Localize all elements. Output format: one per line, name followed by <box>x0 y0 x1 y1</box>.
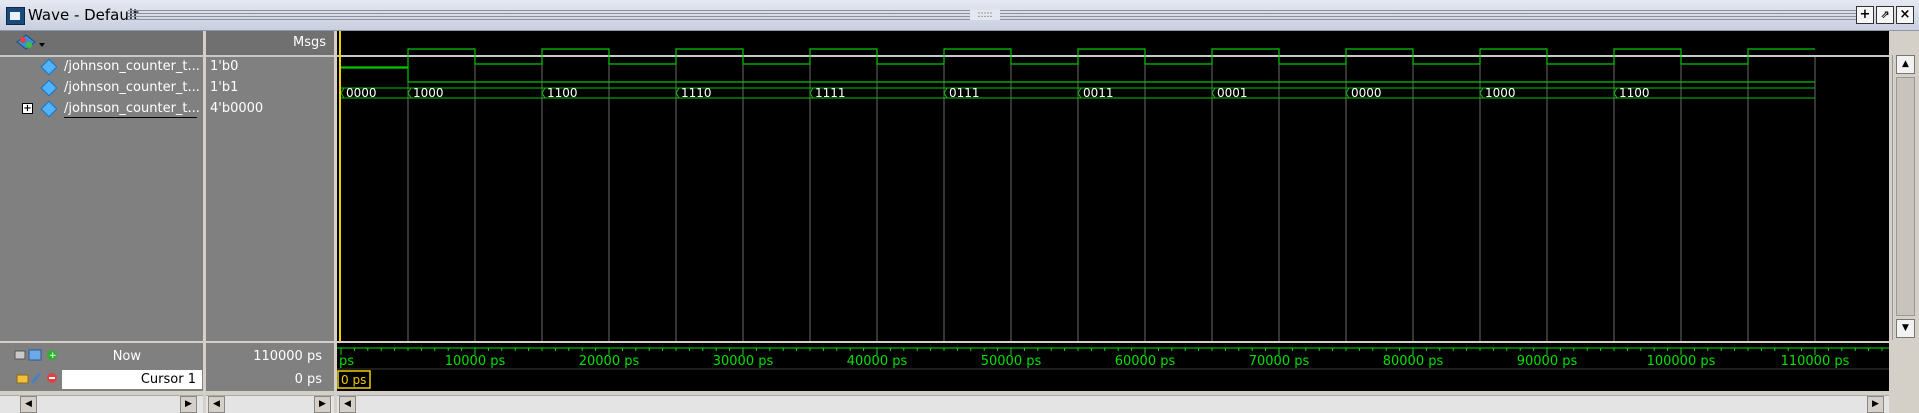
signal-name: /johnson_counter_t... <box>64 59 200 74</box>
scroll-left-button[interactable]: ◀ <box>339 396 356 413</box>
timeline-pane[interactable]: ps 10000 ps 20000 ps 30000 ps 40000 ps 50000 … <box>337 343 1889 391</box>
cursor-marker-label: 0 ps <box>341 373 366 387</box>
wave-tools-icon[interactable] <box>16 34 46 52</box>
now-value: 110000 ps <box>253 349 322 364</box>
now-tools-icon[interactable]: + <box>14 348 60 362</box>
close-button[interactable]: × <box>1896 6 1914 24</box>
scroll-left-button[interactable]: ◀ <box>20 396 37 413</box>
bus-value-label: 1000 <box>413 86 444 100</box>
expand-icon[interactable]: + <box>22 103 33 114</box>
wave-hscrollbar[interactable]: ◀ ▶ <box>337 395 1889 413</box>
names-hscrollbar[interactable]: ◀ ▶ <box>0 395 203 413</box>
axis-tick-label: 20000 ps <box>579 354 640 369</box>
signal-row[interactable]: + /johnson_counter_t... <box>0 99 203 119</box>
scroll-right-button[interactable]: ▶ <box>314 396 331 413</box>
grip-handle[interactable]: ::::: <box>970 10 1000 20</box>
axis-tick-label: ps <box>339 354 354 369</box>
scroll-right-button[interactable]: ▶ <box>1867 396 1884 413</box>
scroll-left-button[interactable]: ◀ <box>208 396 225 413</box>
signal-value: 4'b0000 <box>210 101 264 116</box>
bus-value-label: 1110 <box>681 86 712 100</box>
axis-tick-label: 40000 ps <box>847 354 908 369</box>
axis-tick-label: 30000 ps <box>713 354 774 369</box>
scroll-right-button[interactable]: ▶ <box>180 396 197 413</box>
time-axis[interactable]: ps 10000 ps 20000 ps 30000 ps 40000 ps 50000 … <box>337 343 1889 391</box>
vertical-scrollbar[interactable]: ▲ ▼ <box>1892 55 1917 340</box>
signal-row[interactable]: /johnson_counter_t... <box>0 57 203 77</box>
undock-button[interactable]: ⇗ <box>1876 6 1894 24</box>
selected-underline <box>64 117 197 118</box>
bus-value-label: 1100 <box>547 86 578 100</box>
status-values-pane: 110000 ps 0 ps <box>206 343 334 391</box>
signal-name: /johnson_counter_t... <box>64 101 200 116</box>
bus-value-label: 0001 <box>1217 86 1248 100</box>
values-header: Msgs <box>206 31 334 57</box>
bus-value-label: 0011 <box>1083 86 1114 100</box>
signal-values-pane: Msgs 1'b0 1'b1 4'b0000 <box>206 31 334 341</box>
bus-value-label: 0000 <box>346 86 377 100</box>
bus-value-label: 0000 <box>1351 86 1382 100</box>
signal-name: /johnson_counter_t... <box>64 80 200 95</box>
bus-value-label: 1100 <box>1619 86 1650 100</box>
signal-value: 1'b1 <box>210 80 239 95</box>
cursor-name-field[interactable]: Cursor 1 <box>62 370 202 389</box>
signal-row[interactable]: /johnson_counter_t... <box>0 78 203 98</box>
scroll-up-button[interactable]: ▲ <box>1896 55 1915 74</box>
axis-tick-label: 10000 ps <box>445 354 506 369</box>
waveform-canvas[interactable]: 0000 1000 1100 1110 1111 0111 0011 0001 0000 1000… <box>337 31 1889 341</box>
wire-signal-icon <box>40 79 58 97</box>
scroll-down-button[interactable]: ▼ <box>1896 319 1915 338</box>
now-label: Now <box>112 349 141 364</box>
bus-transition <box>340 87 345 99</box>
bus-signal-icon <box>40 100 58 118</box>
bus-value-label: 0111 <box>949 86 980 100</box>
axis-tick-label: 70000 ps <box>1249 354 1310 369</box>
wire-signal-icon <box>40 58 58 76</box>
scroll-thumb[interactable] <box>1896 77 1915 316</box>
add-pane-button[interactable]: + <box>1856 6 1874 24</box>
signal-names-pane: /johnson_counter_t... /johnson_counter_t… <box>0 31 203 341</box>
cursor-tools-icon[interactable] <box>16 370 62 386</box>
axis-tick-label: 110000 ps <box>1781 354 1850 369</box>
signal-value: 1'b0 <box>210 59 239 74</box>
axis-tick-label: 60000 ps <box>1115 354 1176 369</box>
status-names-pane: + Now Cursor 1 <box>0 343 203 391</box>
wave-window: Wave - Default ::::: + ⇗ × /johnson_coun… <box>0 0 1919 413</box>
axis-tick-label: 50000 ps <box>981 354 1042 369</box>
waveform-pane[interactable]: 0000 1000 1100 1110 1111 0111 0011 0001 0000 1000… <box>337 31 1889 341</box>
window-title: Wave - Default <box>28 6 139 24</box>
svg-text:+: + <box>49 351 57 361</box>
axis-tick-label: 90000 ps <box>1517 354 1578 369</box>
window-icon <box>6 7 25 25</box>
axis-tick-label: 100000 ps <box>1647 354 1716 369</box>
names-header <box>0 31 203 57</box>
values-hscrollbar[interactable]: ◀ ▶ <box>206 395 334 413</box>
axis-tick-label: 80000 ps <box>1383 354 1444 369</box>
bus-value-label: 1111 <box>815 86 846 100</box>
title-bar[interactable]: Wave - Default ::::: + ⇗ × <box>0 0 1919 31</box>
cursor-label: Cursor 1 <box>140 372 196 387</box>
clock-waveform <box>341 48 1815 68</box>
cursor-value: 0 ps <box>294 372 322 387</box>
bus-value-label: 1000 <box>1485 86 1516 100</box>
msgs-label: Msgs <box>292 35 326 50</box>
